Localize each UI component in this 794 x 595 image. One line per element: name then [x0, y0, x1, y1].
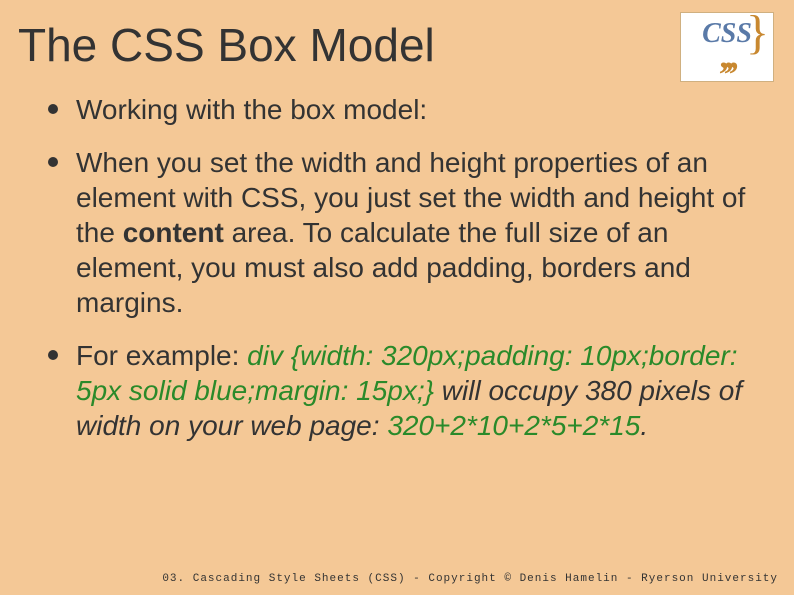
calculation: 320+2*10+2*5+2*15	[387, 410, 640, 441]
bold-content-word: content	[123, 217, 224, 248]
text-span: .	[640, 410, 648, 441]
css-logo: CSS } ,,,	[680, 12, 774, 82]
list-item: Working with the box model:	[48, 92, 770, 127]
bullet-text-2: For example: div {width: 320px;padding: …	[76, 338, 770, 443]
css-logo-inner: CSS } ,,,	[702, 21, 752, 73]
bullet-icon	[48, 104, 58, 114]
bullet-icon	[48, 157, 58, 167]
list-item: When you set the width and height proper…	[48, 145, 770, 320]
bullet-icon	[48, 350, 58, 360]
slide-footer: 03. Cascading Style Sheets (CSS) - Copyr…	[162, 573, 778, 585]
slide-content: Working with the box model: When you set…	[0, 72, 794, 443]
logo-brace-icon: }	[746, 11, 769, 54]
slide-title: The CSS Box Model	[0, 0, 794, 72]
list-item: For example: div {width: 320px;padding: …	[48, 338, 770, 443]
bullet-text-1: When you set the width and height proper…	[76, 145, 770, 320]
bullet-text-0: Working with the box model:	[76, 92, 427, 127]
text-span: For example:	[76, 340, 247, 371]
